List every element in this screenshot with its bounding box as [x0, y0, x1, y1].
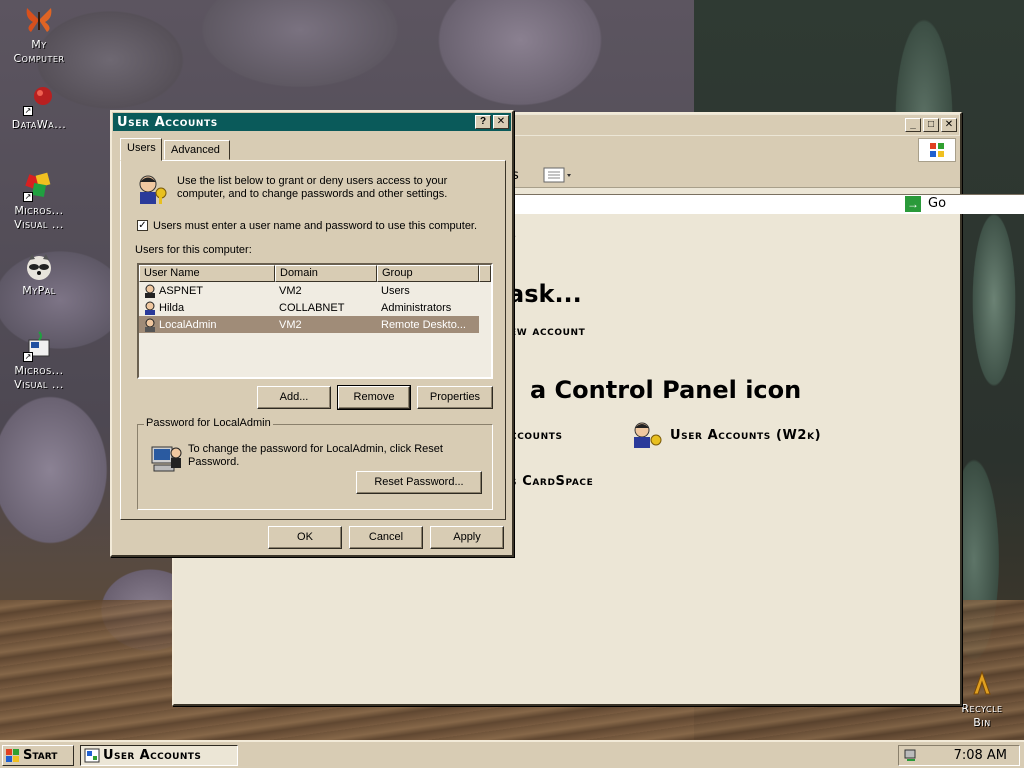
shortcut-arrow-icon: ↗	[23, 192, 33, 202]
network-tray-icon[interactable]	[903, 748, 919, 763]
create-account-link[interactable]: ew account	[510, 324, 585, 339]
control-panel-icon	[84, 748, 100, 763]
row-group: Remote Deskto...	[381, 318, 466, 331]
table-row[interactable]: Hilda COLLABNET Administrators	[139, 299, 491, 316]
ok-button[interactable]: OK	[268, 526, 342, 549]
tab-advanced[interactable]: Advanced	[164, 140, 230, 160]
close-icon[interactable]: ✕	[941, 118, 957, 132]
windows-logo-icon	[918, 138, 956, 162]
column-group[interactable]: Group	[377, 265, 479, 282]
remove-button[interactable]: Remove	[337, 385, 411, 410]
shortcut-arrow-icon: ↗	[23, 352, 33, 362]
row-group: Administrators	[381, 301, 452, 314]
desktop-icon-datawarehouse[interactable]: ↗ DataWa...	[0, 84, 78, 132]
go-button[interactable]: → Go	[904, 194, 956, 214]
password-group-label: Password for LocalAdmin	[144, 417, 273, 429]
password-help-text: To change the password for LocalAdmin, c…	[188, 443, 443, 468]
help-icon[interactable]: ?	[475, 115, 491, 129]
row-domain: VM2	[279, 284, 302, 297]
windows-flag-icon	[6, 749, 20, 762]
users-key-icon	[135, 173, 169, 205]
row-user-name: LocalAdmin	[159, 318, 217, 331]
row-group: Users	[381, 284, 410, 297]
go-arrow-icon: →	[904, 195, 922, 213]
user-accounts-w2k-link[interactable]: User Accounts (W2k)	[670, 428, 821, 443]
clock[interactable]: 7:08 AM	[954, 748, 1007, 763]
views-icon[interactable]	[542, 165, 576, 185]
column-user-name[interactable]: User Name	[139, 265, 275, 282]
row-user-name: ASPNET	[159, 284, 204, 297]
users-listview[interactable]: User Name Domain Group ASPNET VM2 Users …	[137, 263, 493, 379]
maximize-icon[interactable]: □	[923, 118, 939, 132]
users-list-label: Users for this computer:	[135, 244, 252, 256]
row-user-name: Hilda	[159, 301, 185, 314]
close-icon[interactable]: ✕	[493, 115, 509, 129]
user-accounts-dialog: User Accounts ? ✕ Users Advanced Use the…	[110, 110, 514, 557]
datawarehouse-icon: ↗	[23, 84, 55, 116]
properties-button[interactable]: Properties	[417, 386, 493, 409]
taskbar-item-user-accounts[interactable]: User Accounts	[80, 745, 238, 766]
require-login-checkbox[interactable]: ✓	[137, 220, 148, 231]
butterfly-icon	[23, 4, 55, 36]
users-tab-panel: Use the list below to grant or deny user…	[120, 160, 506, 520]
system-tray: 7:08 AM	[898, 745, 1020, 766]
desktop-icon-visual-studio-1[interactable]: ↗ Micros... Visual ...	[0, 170, 78, 232]
password-groupbox: Password for LocalAdmin To change the pa…	[137, 417, 493, 510]
dialog-controls: ? ✕	[475, 115, 509, 129]
desktop-icon-visual-studio-2[interactable]: ↗ Micros... Visual ...	[0, 330, 78, 392]
visual-studio-setup-icon: ↗	[23, 330, 55, 362]
require-login-label[interactable]: Users must enter a user name and passwor…	[153, 220, 477, 232]
start-label: Start	[23, 748, 58, 763]
computer-user-icon	[150, 441, 184, 473]
apply-button[interactable]: Apply	[430, 526, 504, 549]
desktop-icon-my-computer[interactable]: My Computer	[0, 4, 78, 66]
column-domain[interactable]: Domain	[275, 265, 377, 282]
dialog-title: User Accounts	[117, 114, 218, 130]
desktop-icon-mypal[interactable]: MyPal	[0, 250, 78, 298]
taskbar: Start User Accounts 7:08 AM	[0, 740, 1024, 768]
raccoon-icon	[23, 250, 55, 282]
dialog-titlebar[interactable]: User Accounts ? ✕	[113, 113, 511, 131]
row-domain: COLLABNET	[279, 301, 345, 314]
shortcut-arrow-icon: ↗	[23, 106, 33, 116]
intro-text: Use the list below to grant or deny user…	[177, 175, 448, 200]
table-row-selected[interactable]: LocalAdmin VM2 Remote Deskto...	[139, 316, 479, 333]
user-icon	[143, 301, 157, 315]
pick-icon-heading: a Control Panel icon	[530, 376, 802, 404]
user-icon	[143, 284, 157, 298]
cardspace-link[interactable]: s CardSpace	[510, 474, 593, 489]
cancel-button[interactable]: Cancel	[349, 526, 423, 549]
table-row[interactable]: ASPNET VM2 Users	[139, 282, 491, 299]
window-controls: _ □ ✕	[905, 118, 957, 132]
user-accounts-w2k-icon[interactable]	[630, 420, 664, 450]
recycle-bin-icon	[966, 668, 998, 700]
tab-users[interactable]: Users	[120, 138, 162, 161]
go-label: Go	[928, 196, 947, 211]
visual-studio-icon: ↗	[23, 170, 55, 202]
minimize-icon[interactable]: _	[905, 118, 921, 132]
listview-header: User Name Domain Group	[139, 265, 491, 282]
column-filler	[479, 265, 491, 282]
pick-task-heading: ask...	[508, 280, 582, 308]
user-icon	[143, 318, 157, 332]
add-button[interactable]: Add...	[257, 386, 331, 409]
taskbar-item-label: User Accounts	[103, 748, 202, 763]
reset-password-button[interactable]: Reset Password...	[356, 471, 482, 494]
row-domain: VM2	[279, 318, 302, 331]
user-accounts-link[interactable]: ccounts	[510, 428, 563, 443]
start-button[interactable]: Start	[2, 745, 74, 766]
